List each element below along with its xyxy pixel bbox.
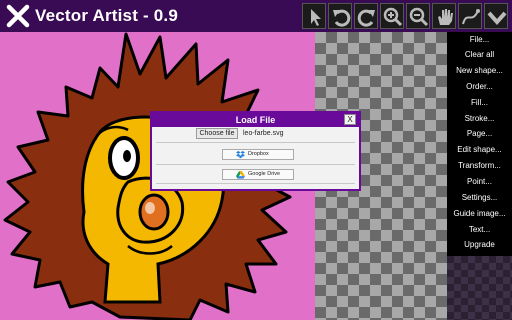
close-app-icon[interactable]: [6, 4, 30, 28]
pan-tool-button[interactable]: [432, 3, 456, 29]
menu-edit-shape[interactable]: Edit shape...: [447, 142, 512, 158]
nose-highlight: [145, 202, 155, 214]
dialog-close-button[interactable]: X: [344, 114, 356, 125]
menu-fill[interactable]: Fill...: [447, 95, 512, 111]
google-drive-button[interactable]: Google Drive: [222, 169, 294, 180]
menu-file[interactable]: File...: [447, 32, 512, 48]
curve-icon: [462, 9, 480, 25]
menu-text[interactable]: Text...: [447, 222, 512, 238]
menu-order[interactable]: Order...: [447, 79, 512, 95]
freehand-tool-button[interactable]: [458, 3, 482, 29]
dropbox-label: Dropbox: [248, 151, 269, 157]
menu-clear-all[interactable]: Clear all: [447, 47, 512, 63]
undo-button[interactable]: [328, 3, 352, 29]
choose-file-button[interactable]: Choose file: [196, 128, 238, 139]
menu-transform[interactable]: Transform...: [447, 158, 512, 174]
load-file-dialog: Load File X Choose file leo-farbe.svg Dr…: [150, 111, 361, 191]
hand-icon: [438, 9, 453, 25]
zoom-in-button[interactable]: [380, 3, 404, 29]
zoom-out-button[interactable]: [406, 3, 430, 29]
menu-page[interactable]: Page...: [447, 126, 512, 142]
divider: [156, 164, 355, 165]
dropbox-button[interactable]: Dropbox: [222, 149, 294, 160]
zoom-out-icon: [409, 7, 429, 27]
menu-guide-image[interactable]: Guide image...: [447, 206, 512, 222]
lion-nose: [138, 193, 170, 231]
redo-button[interactable]: [354, 3, 378, 29]
divider: [156, 142, 355, 143]
menu-new-shape[interactable]: New shape...: [447, 63, 512, 79]
menu-upgrade[interactable]: Upgrade: [447, 237, 512, 253]
selected-file-name: leo-farbe.svg: [243, 130, 284, 137]
menu-checker-pattern: [447, 256, 512, 320]
dropbox-icon: [236, 151, 245, 159]
google-drive-label: Google Drive: [248, 171, 281, 177]
arrow-pointer-icon: [311, 9, 321, 26]
more-tools-button[interactable]: [484, 3, 508, 29]
redo-icon: [357, 9, 375, 27]
undo-icon: [333, 9, 351, 27]
side-menu: File... Clear all New shape... Order... …: [447, 32, 512, 320]
menu-stroke[interactable]: Stroke...: [447, 111, 512, 127]
menu-settings[interactable]: Settings...: [447, 190, 512, 206]
dialog-title: Load File: [235, 115, 276, 125]
title-bar: Vector Artist - 0.9: [0, 0, 512, 32]
menu-point[interactable]: Point...: [447, 174, 512, 190]
pointer-tool-button[interactable]: [302, 3, 326, 29]
google-drive-icon: [236, 171, 245, 179]
app-title: Vector Artist - 0.9: [35, 6, 178, 25]
lion-pupil: [123, 150, 131, 162]
zoom-in-icon: [383, 7, 403, 27]
dialog-titlebar: Load File X: [152, 113, 359, 127]
chevron-down-icon: [487, 11, 507, 26]
divider: [156, 183, 355, 184]
